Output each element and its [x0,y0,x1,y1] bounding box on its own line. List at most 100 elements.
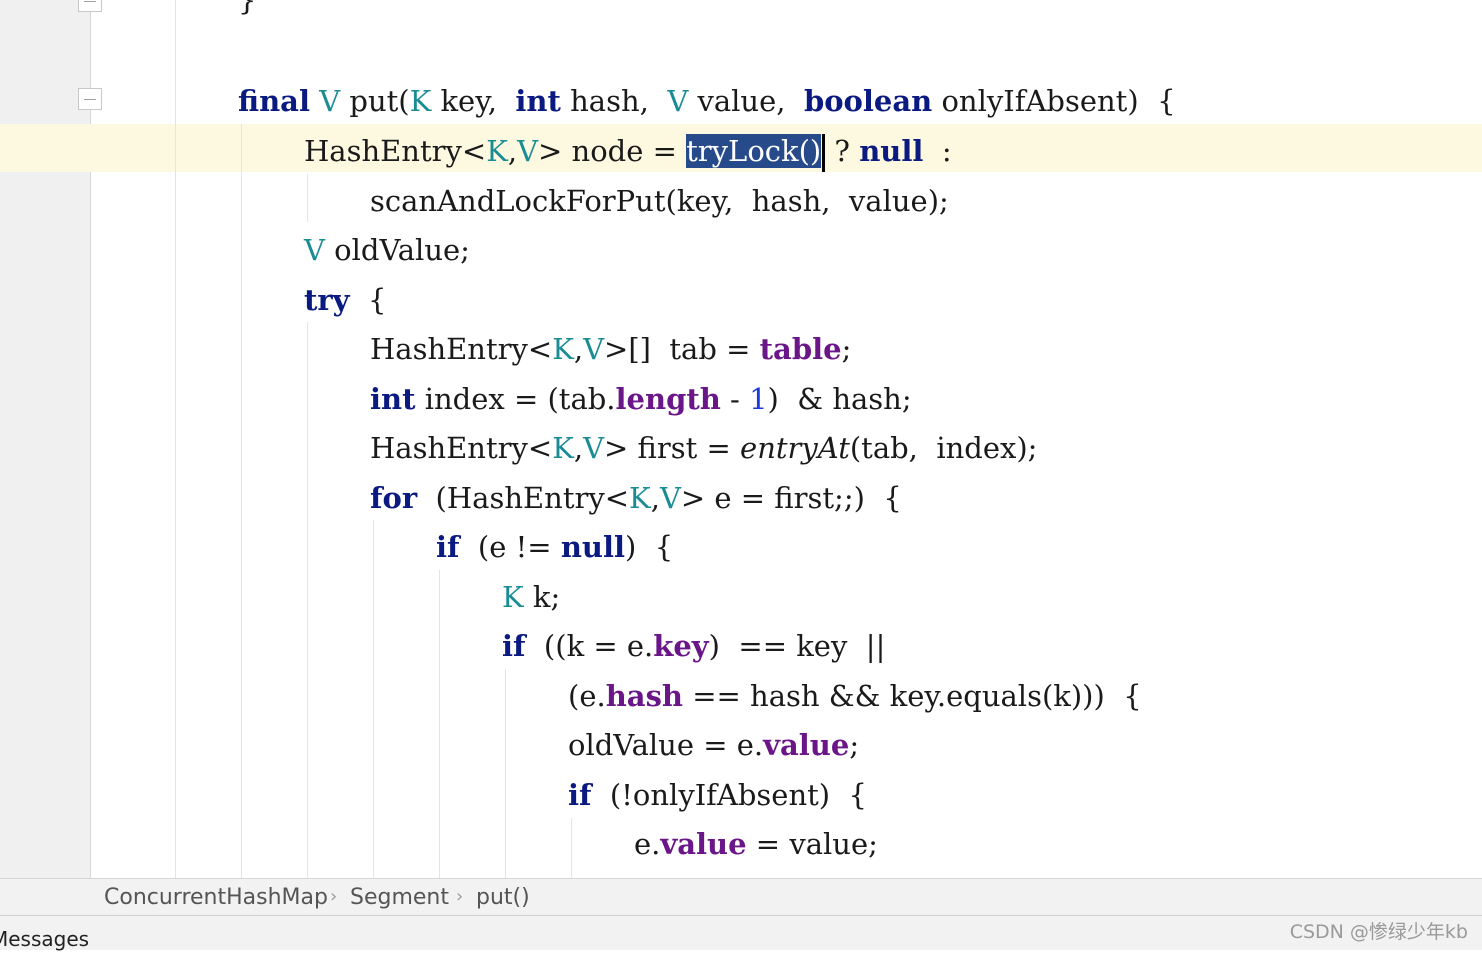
code-token: int [370,382,416,416]
code-line[interactable]: HashEntry<K,V> node = tryLock() ? null : [304,127,952,175]
code-token: K [486,134,508,168]
code-token: HashEntry< [370,431,553,465]
code-token: if [568,778,592,812]
code-token: for [370,481,418,515]
code-token: HashEntry< [304,134,487,168]
code-token: (e != [459,530,561,564]
code-line[interactable]: scanAndLockForPut(key, hash, value); [370,177,949,225]
code-token: K [552,431,574,465]
code-token: (HashEntry< [417,481,630,515]
code-token: try [304,283,350,317]
breadcrumb-item-class[interactable]: ConcurrentHashMap [104,879,328,917]
code-token: K [409,84,432,118]
code-token: key, [431,84,516,118]
code-line[interactable]: if ((k = e.key) == key || [502,622,885,670]
code-line[interactable]: K k; [502,573,560,621]
code-token: = value; [746,827,878,861]
code-token: table [759,332,842,366]
code-token: length [615,382,721,416]
code-token: value, [688,84,804,118]
code-line[interactable]: HashEntry<K,V> first = entryAt(tab, inde… [370,424,1037,472]
code-token: scanAndLockForPut(key, hash, value); [370,184,949,218]
code-token: e. [634,827,661,861]
code-token: >[] tab = [604,332,760,366]
code-token: , [650,481,660,515]
code-token: value [763,728,850,762]
code-token: V [583,431,605,465]
code-token: null [560,530,626,564]
code-editor[interactable]: } final V put(K key, int hash, V value, … [0,0,1482,878]
code-line[interactable]: oldValue = e.value; [568,721,859,769]
code-token: V [667,84,689,118]
code-token: , [573,431,584,465]
code-token: hash, [560,84,668,118]
code-line[interactable]: if (e != null) { [436,523,673,571]
code-token: ) { [625,530,674,564]
code-token: oldValue = e. [568,728,764,762]
breadcrumb-separator: › [456,886,464,907]
code-token: ; [841,332,852,366]
code-line[interactable]: final V put(K key, int hash, V value, bo… [238,77,1176,125]
messages-tab[interactable]: Messages [0,922,89,956]
code-token: onlyIfAbsent) { [932,84,1176,118]
code-token: { [349,283,387,317]
code-token: put( [340,84,410,118]
watermark: CSDN @惨绿少年kb [1289,921,1468,943]
code-token: , [573,332,584,366]
code-token: oldValue; [324,233,470,267]
code-token: V [659,481,681,515]
code-token: V [583,332,605,366]
code-line[interactable]: HashEntry<K,V>[] tab = table; [370,325,851,373]
code-line[interactable]: e.value = value; [634,820,878,868]
code-token: - [720,382,750,416]
code-token: (!onlyIfAbsent) { [591,778,867,812]
code-token: } [238,0,257,17]
code-token: ; [849,728,860,762]
code-token: : [923,134,952,168]
code-token: ) == key || [708,629,886,663]
code-token: hash [605,679,683,713]
code-token: if [502,629,526,663]
code-token: , [507,134,518,168]
code-token: boolean [803,84,933,118]
code-token: K [552,332,574,366]
code-text-area[interactable]: } final V put(K key, int hash, V value, … [0,0,1482,878]
code-token: ) & hash; [767,382,912,416]
code-token: key [653,629,709,663]
breadcrumb-item-segment[interactable]: Segment [350,879,449,917]
code-line[interactable]: if (!onlyIfAbsent) { [568,771,867,819]
code-token: if [436,530,460,564]
code-token: HashEntry< [370,332,553,366]
selected-text: tryLock() [686,134,822,168]
code-token: ((k = e. [525,629,654,663]
code-token: index = (tab. [415,382,616,416]
code-token: 1 [749,382,768,416]
code-token: V [517,134,539,168]
code-token: entryAt [740,431,850,465]
code-token: == hash && key.equals(k))) { [683,679,1142,713]
code-token: final [238,84,310,118]
code-line[interactable]: for (HashEntry<K,V> e = first;;) { [370,474,902,522]
code-token: ? [825,134,860,168]
code-token: > node = [538,134,687,168]
code-token: K [502,580,524,614]
code-token: value [660,827,747,861]
code-line[interactable]: (e.hash == hash && key.equals(k))) { [568,672,1142,720]
code-line[interactable]: } [238,0,256,24]
code-line[interactable]: int index = (tab.length - 1) & hash; [370,375,912,423]
code-token: (e. [568,679,606,713]
bottom-tool-window-bar: Messages CSDN @惨绿少年kb [0,916,1482,951]
breadcrumb-separator: › [330,886,338,907]
breadcrumb: ConcurrentHashMap › Segment › put() [0,878,1482,916]
breadcrumb-item-method[interactable]: put() [476,879,530,917]
code-token: V [304,233,325,267]
code-token: int [515,84,561,118]
code-token: K [629,481,651,515]
code-line[interactable]: V oldValue; [304,226,470,274]
code-token: k; [523,580,561,614]
code-token: null [859,134,924,168]
code-token: > first = [604,431,741,465]
code-line[interactable]: try { [304,276,386,324]
code-token: (tab, index); [849,431,1038,465]
